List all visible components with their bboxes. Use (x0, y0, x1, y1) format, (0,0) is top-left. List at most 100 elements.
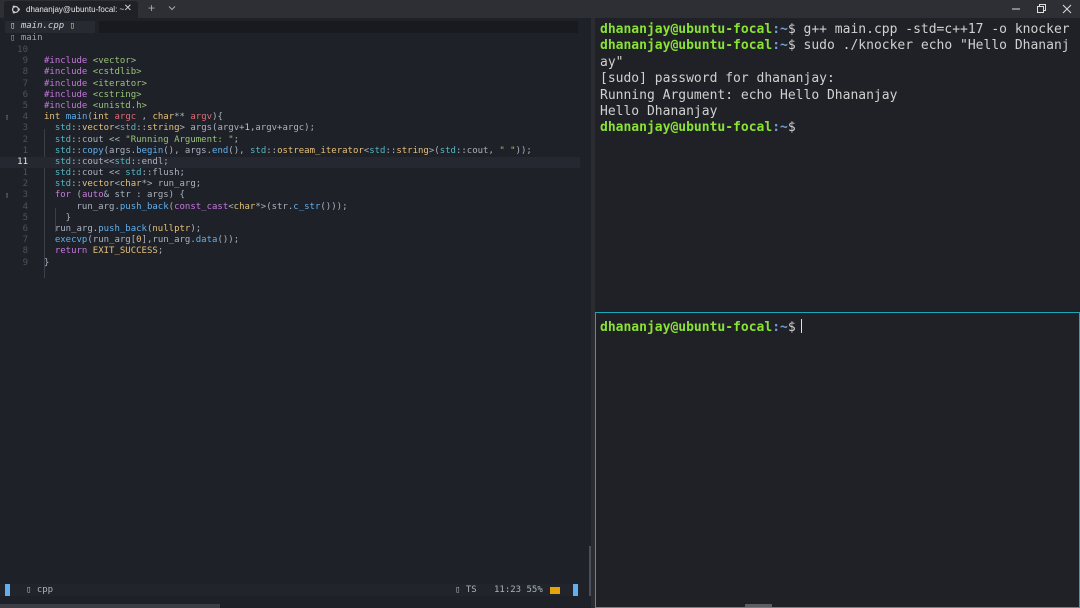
code-line[interactable]: 4 run_arg.push_back(const_cast<char*>(st… (0, 202, 580, 213)
bottom-edge (0, 604, 220, 608)
line-number: 9 (22, 56, 28, 67)
buffer-tab-main-cpp[interactable]: ▯ main.cpp ▯ (5, 21, 95, 33)
horizontal-scrollbar[interactable] (745, 604, 772, 607)
status-end-block (573, 584, 578, 596)
code-text: std::cout << std::flush; (54, 168, 185, 179)
line-number: 8 (22, 67, 28, 78)
winbar-symbol: main (20, 33, 43, 43)
line-number: 3 (22, 190, 28, 201)
line-col: 11:23 (494, 585, 522, 595)
chevron-down-icon[interactable] (167, 3, 177, 13)
treesitter-icon: ▯ (455, 585, 461, 595)
code-text: #include <unistd.h> (44, 100, 147, 111)
ubuntu-icon (11, 5, 20, 14)
code-text: execvp(run_arg[0],run_arg.data()); (54, 235, 240, 246)
code-line[interactable]: 1 std::copy(args.begin(), args.end(), st… (0, 146, 580, 157)
code-text: for (auto& str : args) { (54, 190, 185, 201)
line-number: 1 (22, 145, 28, 156)
winbar-breadcrumb: ▯ main (10, 33, 43, 44)
tabline-fill (99, 21, 578, 33)
code-text: #include <vector> (44, 56, 137, 67)
close-icon[interactable] (1060, 2, 1074, 16)
code-line[interactable]: 9 #include <vector> (0, 56, 580, 67)
code-line[interactable]: 9} (0, 258, 580, 269)
cpp-icon: ▯ (26, 585, 32, 595)
mode-indicator (5, 584, 10, 596)
new-tab-button[interactable]: + (148, 1, 155, 15)
line-number: 6 (22, 89, 28, 100)
line-number: 4 (22, 201, 28, 212)
code-line[interactable]: 7 #include <iterator> (0, 79, 580, 90)
code-text: #include <cstdlib> (44, 67, 142, 78)
code-text: std::cout<<std::endl; (54, 156, 169, 167)
filetype-label: cpp (36, 585, 54, 595)
line-number: 9 (22, 257, 28, 268)
code-line[interactable]: 6 run_arg.push_back(nullptr); (0, 224, 580, 235)
terminal-output: [sudo] password for dhananjay: (600, 71, 835, 87)
terminal-output: Running Argument: echo Hello Dhananjay (600, 87, 898, 103)
code-text: return EXIT_SUCCESS; (54, 246, 164, 257)
terminal-line: dhananjay@ubuntu-focal:~$ sudo ./knocker… (600, 38, 1070, 70)
file-icon: ▯ (10, 21, 16, 31)
code-line[interactable]: 5 } (0, 213, 580, 224)
code-text: std::cout << "Running Argument: "; (54, 134, 240, 145)
terminal-pane-bottom[interactable]: dhananjay@ubuntu-focal:~$ (595, 312, 1080, 608)
code-text: std::vector<std::string> args(argv+1,arg… (54, 123, 315, 134)
line-number: 2 (22, 179, 28, 190)
terminal-line: dhananjay@ubuntu-focal:~$ g++ main.cpp -… (600, 22, 1070, 37)
lsp-status: ▯ TS (455, 584, 477, 596)
code-line[interactable]: 8 #include <cstdlib> (0, 67, 580, 78)
line-number: 7 (22, 78, 28, 89)
status-line: ▯ cpp ▯ TS 11:23 55% (0, 584, 580, 596)
text-cursor (800, 319, 802, 333)
cursor-position: 11:23 55% (494, 584, 543, 596)
line-number: 8 (22, 246, 28, 257)
line-number: 10 (17, 45, 28, 55)
minimize-icon[interactable] (1009, 2, 1023, 16)
buffer-tabline: ▯ main.cpp ▯ (5, 21, 578, 33)
code-line[interactable]: 10 (0, 45, 580, 56)
fold-sign[interactable]: ▯ (5, 112, 11, 123)
code-line[interactable]: 1 std::cout << std::flush; (0, 168, 580, 179)
restore-icon[interactable] (1034, 2, 1048, 16)
tab-title: dhananjay@ubuntu-focal: ~ (26, 5, 125, 14)
code-area[interactable]: 10 9 #include <vector> 8 #include <cstdlib> 7… (0, 45, 580, 269)
code-line[interactable]: ▯ 3 for (auto& str : args) { (0, 190, 580, 201)
code-line[interactable]: 6 #include <cstring> (0, 90, 580, 101)
code-line[interactable]: 5 #include <unistd.h> (0, 101, 580, 112)
code-line[interactable]: 3 std::vector<std::string> args(argv+1,a… (0, 123, 580, 134)
code-text: #include <cstring> (44, 89, 142, 100)
code-text: #include <iterator> (44, 78, 147, 89)
file-percent: 55% (526, 585, 543, 595)
code-line[interactable]: 7 execvp(run_arg[0],run_arg.data()); (0, 235, 580, 246)
editor-pane[interactable]: ▯ main.cpp ▯ ▯ main 10 9 #include <vector>… (0, 18, 591, 608)
fold-sign[interactable]: ▯ (5, 190, 11, 201)
code-text: run_arg.push_back(const_cast<char*>(str.… (44, 201, 348, 212)
line-number: 7 (22, 235, 28, 246)
scroll-progress-bar (550, 587, 560, 594)
modified-icon: ▯ (69, 21, 76, 31)
code-line[interactable]: 2 std::cout << "Running Argument: "; (0, 135, 580, 146)
terminal-tab[interactable]: dhananjay@ubuntu-focal: ~ ✕ (4, 1, 138, 18)
code-line[interactable]: 2 std::vector<char*> run_arg; (0, 179, 580, 190)
title-bar: dhananjay@ubuntu-focal: ~ ✕ + (0, 0, 1080, 18)
code-line[interactable]: ▯ 4 int main(int argc , char** argv){ (0, 112, 580, 123)
line-number: 11 (17, 156, 28, 167)
terminal-pane-top[interactable]: dhananjay@ubuntu-focal:~$ g++ main.cpp -… (595, 18, 1080, 312)
line-number: 1 (22, 168, 28, 179)
code-text: } (44, 257, 50, 268)
code-text: } (44, 212, 72, 223)
code-line[interactable]: 11 std::cout<<std::endl; (0, 156, 580, 169)
line-number: 2 (22, 134, 28, 145)
line-number: 3 (22, 123, 28, 134)
line-number: 5 (22, 212, 28, 223)
code-text: std::vector<char*> run_arg; (54, 179, 202, 190)
function-icon: ▯ (10, 33, 16, 43)
line-number: 5 (22, 100, 28, 111)
terminal-output: Hello Dhananjay (600, 104, 718, 120)
filetype: ▯ cpp (26, 584, 53, 596)
code-line[interactable]: 8 return EXIT_SUCCESS; (0, 246, 580, 257)
buffer-name: main.cpp (20, 21, 65, 31)
tab-close-icon[interactable]: ✕ (124, 3, 132, 14)
terminal-line: dhananjay@ubuntu-focal:~$ (600, 120, 796, 136)
